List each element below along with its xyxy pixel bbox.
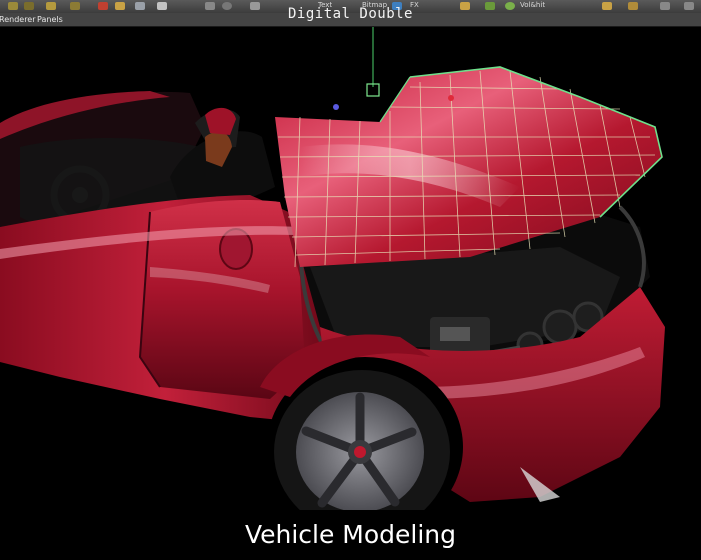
pivot-point[interactable]: [448, 95, 454, 101]
tail-light-socket: [542, 309, 578, 345]
viewport-render: [0, 27, 665, 510]
caption: Vehicle Modeling: [0, 510, 701, 560]
hub-cap: [354, 446, 366, 458]
trunk-bracket: [440, 327, 470, 341]
vertex-marker: [333, 104, 339, 110]
3d-viewport[interactable]: [0, 27, 701, 510]
side-mirror: [205, 107, 236, 135]
panel-title: Digital Double: [287, 6, 413, 22]
